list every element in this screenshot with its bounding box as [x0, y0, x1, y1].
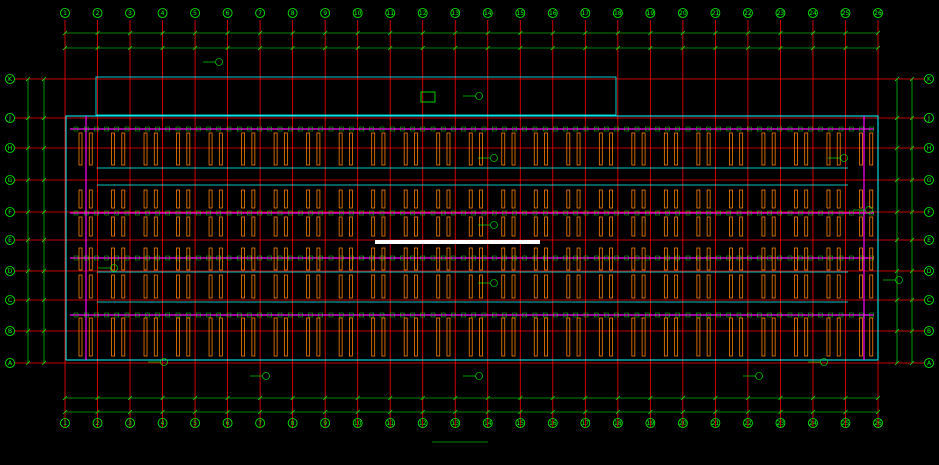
- column-axis-label: 18: [614, 420, 622, 427]
- column-axis-label: 21: [712, 420, 720, 427]
- row-axis-label: H: [927, 145, 932, 152]
- row-axis-label: D: [8, 268, 13, 275]
- row-axis-label: H: [8, 145, 13, 152]
- column-axis-label: 16: [549, 420, 557, 427]
- column-axis-label: 6: [226, 420, 230, 427]
- row-axis-label: J: [927, 115, 930, 122]
- column-axis-label: 24: [809, 420, 817, 427]
- row-axis-label: B: [8, 328, 12, 335]
- column-axis-label: 4: [161, 10, 165, 17]
- column-axis-label: 15: [516, 10, 524, 17]
- column-axis-label: 22: [744, 420, 752, 427]
- row-axis-label: E: [8, 237, 12, 244]
- column-axis-label: 18: [614, 10, 622, 17]
- column-axis-label: 2: [96, 420, 100, 427]
- column-axis-label: 2: [96, 10, 100, 17]
- column-axis-label: 19: [647, 10, 655, 17]
- highlight-bar: [375, 240, 540, 244]
- column-axis-label: 19: [647, 420, 655, 427]
- row-axis-label: G: [927, 177, 932, 184]
- column-axis-label: 9: [323, 420, 327, 427]
- column-axis-label: 1: [63, 420, 67, 427]
- column-axis-label: 26: [874, 420, 882, 427]
- column-axis-label: 5: [193, 420, 197, 427]
- column-axis-label: 10: [354, 420, 362, 427]
- column-axis-label: 10: [354, 10, 362, 17]
- row-axis-label: C: [8, 297, 12, 304]
- column-axis-label: 20: [679, 10, 687, 17]
- column-axis-label: 7: [258, 10, 262, 17]
- column-axis-label: 16: [549, 10, 557, 17]
- row-axis-label: B: [927, 328, 931, 335]
- column-axis-label: 5: [193, 10, 197, 17]
- column-axis-label: 21: [712, 10, 720, 17]
- column-axis-label: 1: [63, 10, 67, 17]
- row-axis-label: F: [8, 209, 12, 216]
- column-axis-label: 14: [484, 420, 492, 427]
- column-axis-label: 9: [323, 10, 327, 17]
- row-axis-label: D: [927, 268, 932, 275]
- column-axis-label: 26: [874, 10, 882, 17]
- column-axis-label: 8: [291, 420, 295, 427]
- column-axis-label: 8: [291, 10, 295, 17]
- row-axis-label: E: [927, 237, 931, 244]
- column-axis-label: 7: [258, 420, 262, 427]
- row-axis-label: G: [8, 177, 13, 184]
- column-axis-label: 23: [777, 420, 785, 427]
- column-axis-label: 3: [128, 10, 132, 17]
- row-axis-label: J: [8, 115, 11, 122]
- column-axis-label: 12: [419, 10, 427, 17]
- column-axis-label: 23: [777, 10, 785, 17]
- column-axis-label: 25: [842, 420, 850, 427]
- column-axis-label: 11: [386, 420, 394, 427]
- column-axis-label: 22: [744, 10, 752, 17]
- cad-drawing: 1122334455667788991010111112121313141415…: [0, 0, 939, 465]
- column-axis-label: 13: [451, 10, 459, 17]
- row-axis-label: C: [927, 297, 931, 304]
- column-axis-label: 11: [386, 10, 394, 17]
- column-axis-label: 14: [484, 10, 492, 17]
- column-axis-label: 17: [581, 420, 589, 427]
- column-axis-label: 15: [516, 420, 524, 427]
- row-axis-label: F: [927, 209, 931, 216]
- column-axis-label: 25: [842, 10, 850, 17]
- column-axis-label: 17: [581, 10, 589, 17]
- column-axis-label: 12: [419, 420, 427, 427]
- column-axis-label: 4: [161, 420, 165, 427]
- column-axis-label: 6: [226, 10, 230, 17]
- column-axis-label: 3: [128, 420, 132, 427]
- column-axis-label: 24: [809, 10, 817, 17]
- column-axis-label: 20: [679, 420, 687, 427]
- column-axis-label: 13: [451, 420, 459, 427]
